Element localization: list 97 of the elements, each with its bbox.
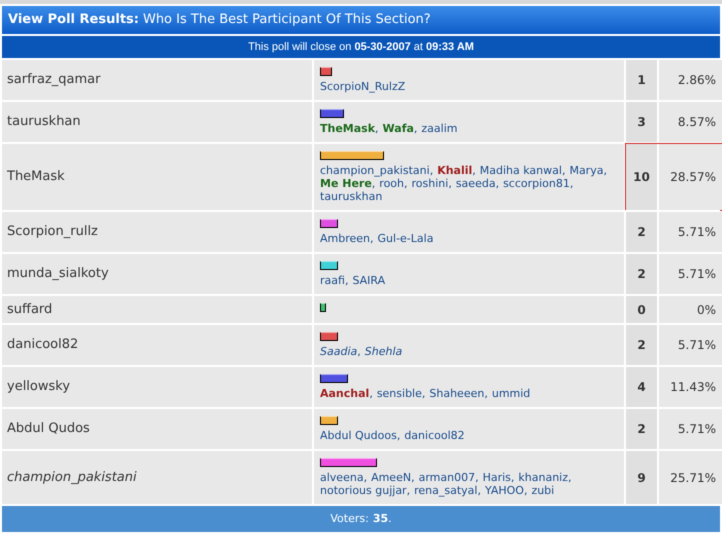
vote-count: 0 bbox=[626, 296, 657, 323]
voter-link[interactable]: notorious gujjar bbox=[320, 484, 407, 497]
separator: , bbox=[344, 274, 348, 287]
separator: , bbox=[510, 471, 514, 484]
vote-percent: 0% bbox=[659, 296, 722, 323]
option-name: danicool82 bbox=[7, 336, 78, 354]
closing-notice: This poll will close on 05-30-2007 at 09:33 AM bbox=[248, 40, 474, 55]
voter-link[interactable]: Wafa bbox=[382, 122, 414, 135]
vote-count: 10 bbox=[626, 144, 657, 210]
voter-link[interactable]: sensible bbox=[376, 387, 422, 400]
separator: , bbox=[477, 484, 481, 497]
separator: , bbox=[411, 471, 415, 484]
voters-label: Voters: bbox=[330, 510, 369, 527]
voter-link[interactable]: Saadia bbox=[320, 345, 358, 358]
voter-link[interactable]: rena_satyal bbox=[414, 484, 478, 497]
separator: , bbox=[406, 484, 410, 497]
voter-link[interactable]: saeeda bbox=[456, 177, 496, 190]
option-name: TheMask bbox=[7, 168, 65, 186]
option-name: suffard bbox=[7, 300, 52, 319]
voter-link[interactable]: sccorpion81 bbox=[503, 177, 570, 190]
vote-count: 3 bbox=[626, 102, 657, 142]
vote-count: 9 bbox=[626, 451, 657, 504]
voter-link[interactable]: Madiha kanwal bbox=[480, 164, 562, 177]
voter-link[interactable]: AmeeN bbox=[371, 471, 412, 484]
separator: , bbox=[496, 177, 500, 190]
separator: , bbox=[448, 177, 452, 190]
voter-link[interactable]: YAHOO bbox=[484, 484, 524, 497]
voter-link[interactable]: SAIRA bbox=[352, 274, 386, 287]
voter-link[interactable]: raafi bbox=[320, 274, 345, 287]
separator: , bbox=[372, 177, 376, 190]
separator: , bbox=[364, 471, 368, 484]
option-name: tauruskhan bbox=[7, 113, 81, 132]
voter-link[interactable]: Abdul Qudoos bbox=[320, 429, 397, 442]
vote-count: 2 bbox=[626, 212, 657, 252]
voter-link[interactable]: zubi bbox=[531, 484, 554, 497]
separator: , bbox=[603, 164, 607, 177]
separator: , bbox=[430, 164, 434, 177]
option-name: munda_sialkoty bbox=[7, 265, 109, 284]
vote-percent: 11.43% bbox=[659, 367, 722, 407]
option-name: yellowsky bbox=[7, 378, 70, 396]
option-name: sarfraz_qamar bbox=[7, 71, 100, 90]
voter-link[interactable]: tauruskhan bbox=[320, 190, 382, 203]
voter-link[interactable]: zaalim bbox=[421, 122, 458, 135]
vote-percent: 5.71% bbox=[659, 325, 722, 365]
vote-percent: 5.71% bbox=[659, 212, 722, 252]
header-label: View Poll Results: bbox=[8, 11, 139, 30]
separator: , bbox=[472, 164, 476, 177]
voter-link[interactable]: Ambreen bbox=[320, 232, 370, 245]
option-name: Scorpion_rullz bbox=[7, 223, 98, 242]
voter-link[interactable]: roshini bbox=[412, 177, 448, 190]
separator: , bbox=[475, 471, 479, 484]
vote-count: 1 bbox=[626, 60, 657, 100]
separator: , bbox=[524, 484, 528, 497]
voter-link[interactable]: ummid bbox=[492, 387, 530, 400]
voter-link[interactable]: TheMask bbox=[320, 122, 376, 135]
option-name: champion_pakistani bbox=[7, 468, 137, 487]
vote-percent: 2.86% bbox=[659, 60, 722, 100]
separator: , bbox=[562, 164, 566, 177]
vote-count: 2 bbox=[626, 325, 657, 365]
vote-percent: 25.71% bbox=[659, 451, 722, 504]
vote-percent: 28.57% bbox=[659, 144, 722, 210]
voter-link[interactable]: Aanchal bbox=[320, 387, 370, 400]
separator: , bbox=[404, 177, 408, 190]
separator: , bbox=[422, 387, 426, 400]
voter-link[interactable]: Shaheeen bbox=[429, 387, 484, 400]
voter-link[interactable]: danicool82 bbox=[404, 429, 465, 442]
voter-link[interactable]: rooh bbox=[379, 177, 404, 190]
voter-link[interactable]: Khalil bbox=[437, 164, 472, 177]
vote-percent: 5.71% bbox=[659, 254, 722, 294]
voter-link[interactable]: champion_pakistani bbox=[320, 164, 430, 177]
separator: , bbox=[484, 387, 488, 400]
voter-link[interactable]: Gul-e-Lala bbox=[378, 232, 434, 245]
voter-link[interactable]: Shehla bbox=[364, 345, 402, 358]
voter-link[interactable]: alveena bbox=[320, 471, 364, 484]
vote-count: 2 bbox=[626, 409, 657, 449]
voters-count: 35 bbox=[372, 510, 388, 527]
separator: , bbox=[414, 122, 418, 135]
poll-title: Who Is The Best Participant Of This Section? bbox=[142, 11, 431, 30]
vote-count: 2 bbox=[626, 254, 657, 294]
voter-link[interactable]: arman007 bbox=[418, 471, 476, 484]
separator: , bbox=[357, 345, 361, 358]
vote-percent: 8.57% bbox=[659, 102, 722, 142]
separator: , bbox=[369, 387, 373, 400]
vote-count: 4 bbox=[626, 367, 657, 407]
separator: , bbox=[370, 232, 374, 245]
separator: , bbox=[375, 122, 379, 135]
voter-link[interactable]: Haris bbox=[482, 471, 511, 484]
footer-period: . bbox=[388, 510, 392, 527]
separator: , bbox=[396, 429, 400, 442]
vote-percent: 5.71% bbox=[659, 409, 722, 449]
separator: , bbox=[568, 471, 572, 484]
option-name: Abdul Qudos bbox=[7, 420, 90, 438]
voter-link[interactable]: Me Here bbox=[320, 177, 372, 190]
separator: , bbox=[570, 177, 574, 190]
voter-link[interactable]: Marya bbox=[569, 164, 604, 177]
voter-link[interactable]: ScorpioN_RulzZ bbox=[320, 80, 406, 93]
voter-link[interactable]: khananiz bbox=[518, 471, 568, 484]
